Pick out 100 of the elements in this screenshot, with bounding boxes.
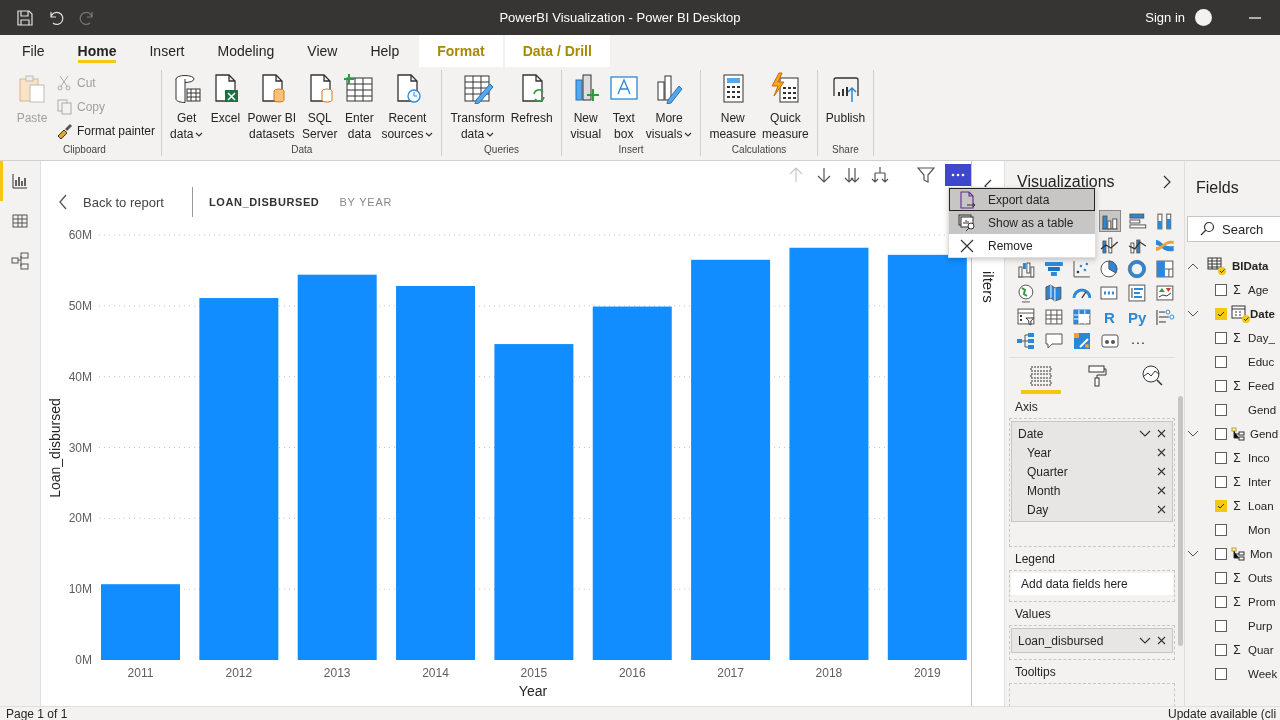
field-name[interactable]: Educ — [1248, 356, 1275, 368]
ribbon-button[interactable]: More visuals — [643, 70, 695, 144]
back-link[interactable]: Back to report — [58, 194, 164, 210]
ribbon-tab[interactable]: Help — [357, 35, 413, 67]
table-icon[interactable] — [1043, 307, 1064, 327]
checkbox[interactable] — [1215, 380, 1227, 392]
close-icon[interactable] — [1157, 448, 1166, 457]
checkbox[interactable] — [1215, 644, 1227, 656]
field-name[interactable]: Age — [1248, 284, 1269, 296]
checkbox[interactable] — [1215, 476, 1227, 488]
field-chip[interactable]: Date Year Quarter Month Day — [1011, 421, 1173, 522]
checkbox[interactable] — [1215, 428, 1227, 440]
search-field[interactable]: Search — [1187, 216, 1280, 242]
chevron-down-icon[interactable] — [1187, 550, 1199, 558]
bar-chart-icon[interactable] — [1127, 211, 1148, 231]
field-name[interactable]: Gend — [1250, 428, 1279, 440]
scrollbar[interactable] — [1178, 396, 1183, 646]
card-icon[interactable] — [1099, 283, 1120, 303]
checkbox[interactable] — [1215, 620, 1227, 632]
chevron-down-icon[interactable] — [1187, 310, 1199, 318]
ribbon-button[interactable]: Transform data — [448, 70, 507, 144]
field-name[interactable]: Loan — [1248, 500, 1274, 512]
menu-item[interactable]: Show as a table — [949, 211, 1095, 234]
ribbon-button[interactable]: Publish — [823, 70, 868, 144]
field-name[interactable]: Mon — [1250, 548, 1273, 560]
close-icon[interactable] — [1157, 486, 1166, 495]
checkbox[interactable] — [1215, 308, 1227, 320]
checkbox[interactable] — [1215, 668, 1227, 680]
ribbon-button[interactable]: Refresh — [508, 70, 555, 144]
filter-icon[interactable] — [917, 165, 935, 184]
multi-row-card-icon[interactable] — [1127, 283, 1148, 303]
checkbox[interactable] — [1215, 332, 1227, 344]
narrative-icon[interactable] — [1072, 331, 1092, 351]
chevron-down-icon[interactable] — [1139, 636, 1151, 645]
field-name[interactable]: Inco — [1248, 452, 1270, 464]
filled-map-icon[interactable] — [1043, 283, 1064, 303]
chevron-right-icon[interactable] — [1163, 175, 1171, 189]
chevron-down-icon[interactable] — [1139, 429, 1151, 438]
chevron-down-icon[interactable] — [1187, 430, 1199, 438]
field-name[interactable]: Day_ — [1248, 332, 1275, 344]
checkbox[interactable] — [1215, 572, 1227, 584]
field-name[interactable]: Outs — [1248, 572, 1273, 584]
ribbon-button[interactable]: Enter data — [341, 70, 378, 144]
field-well[interactable]: Add data fields here — [1009, 570, 1175, 602]
field-name[interactable]: Date — [1250, 308, 1275, 320]
table-name[interactable]: BIData — [1232, 260, 1269, 272]
ribbon-button[interactable]: Quick measure — [760, 70, 811, 144]
field-well[interactable]: Loan_disbursed — [1009, 625, 1175, 660]
field-name[interactable]: Quar — [1248, 644, 1274, 656]
update-link[interactable]: Update available (cli — [1168, 707, 1280, 720]
field-chip[interactable]: Loan_disbursed — [1011, 628, 1173, 653]
checkbox[interactable] — [1215, 284, 1227, 296]
field-name[interactable]: Feed — [1248, 380, 1275, 392]
matrix-icon[interactable] — [1071, 307, 1092, 327]
close-icon[interactable] — [1157, 467, 1166, 476]
close-icon[interactable] — [1157, 429, 1166, 438]
checkbox[interactable] — [1215, 356, 1227, 368]
ribbon-tab[interactable]: Modeling — [204, 35, 288, 67]
pie-chart-icon[interactable] — [1099, 259, 1120, 279]
ribbon-tab[interactable]: View — [294, 35, 351, 67]
checkbox[interactable] — [1215, 452, 1227, 464]
save-icon[interactable] — [16, 8, 34, 27]
checkbox[interactable] — [1215, 404, 1227, 416]
donut-chart-icon[interactable] — [1127, 259, 1148, 279]
field-name[interactable]: Inter — [1248, 476, 1271, 488]
close-icon[interactable] — [1157, 505, 1166, 514]
expand-down-icon[interactable] — [871, 165, 889, 184]
kpi-icon[interactable] — [1155, 283, 1175, 303]
ribbon-button[interactable]: Power BI datasets — [245, 70, 299, 144]
key-influencers-icon[interactable] — [1155, 307, 1175, 327]
ribbon-button[interactable]: Format painter — [56, 120, 156, 142]
paginated-report-icon[interactable] — [1100, 331, 1120, 351]
checkbox[interactable] — [1215, 548, 1227, 560]
close-icon[interactable] — [1157, 636, 1166, 645]
sign-in-link[interactable]: Sign in — [1145, 10, 1185, 25]
ribbon-button[interactable]: New visual — [567, 70, 604, 144]
field-name[interactable]: Purp — [1248, 620, 1273, 632]
slicer-icon[interactable] — [1016, 307, 1036, 327]
treemap-icon[interactable] — [1155, 259, 1175, 279]
ribbon-button[interactable]: Text box — [605, 70, 642, 144]
waterfall-chart-icon[interactable] — [1016, 259, 1036, 279]
field-name[interactable]: Gend — [1248, 404, 1277, 416]
field-name[interactable]: Prom — [1248, 596, 1276, 608]
field-name[interactable]: Week — [1248, 668, 1278, 680]
field-name[interactable]: Mon — [1248, 524, 1271, 536]
checkbox[interactable] — [1215, 500, 1227, 512]
double-arrow-down-icon[interactable] — [843, 165, 861, 184]
visual-type-button[interactable]: ··· — [1128, 332, 1148, 350]
checkbox[interactable] — [1215, 524, 1227, 536]
chevron-up-icon[interactable] — [1187, 262, 1199, 270]
ribbon-button[interactable]: Excel — [207, 70, 244, 144]
menu-item[interactable]: Export data — [949, 188, 1095, 211]
scatter-chart-icon[interactable] — [1071, 259, 1092, 279]
field-well[interactable]: Date Year Quarter Month Day — [1009, 418, 1175, 547]
ribbon-button[interactable]: New measure — [707, 70, 759, 144]
menu-item[interactable]: Remove — [949, 234, 1095, 257]
ribbon-button[interactable]: Get data — [168, 70, 206, 144]
ribbon-tab[interactable]: Insert — [136, 35, 198, 67]
funnel-icon[interactable] — [1043, 259, 1064, 279]
more-options-icon[interactable] — [945, 163, 971, 186]
